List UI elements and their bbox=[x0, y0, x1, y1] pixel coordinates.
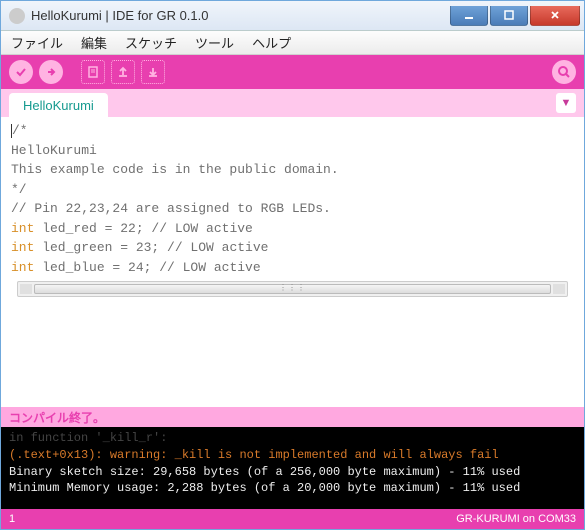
window-controls bbox=[450, 6, 580, 26]
save-button[interactable] bbox=[141, 60, 165, 84]
compile-status: コンパイル終了。 bbox=[1, 407, 584, 427]
code-line: This example code is in the public domai… bbox=[11, 160, 574, 180]
console-line: in function '_kill_r': bbox=[9, 430, 576, 447]
tab-menu-button[interactable]: ▼ bbox=[556, 93, 576, 113]
upload-button[interactable] bbox=[39, 60, 63, 84]
menu-sketch[interactable]: スケッチ bbox=[121, 31, 181, 54]
toolbar bbox=[1, 55, 584, 89]
code-line: HelloKurumi bbox=[11, 141, 574, 161]
minimize-button[interactable] bbox=[450, 6, 488, 26]
menu-tools[interactable]: ツール bbox=[191, 31, 238, 54]
code-line: int led_blue = 24; // LOW active bbox=[11, 258, 574, 278]
code-editor[interactable]: /* HelloKurumi This example code is in t… bbox=[1, 117, 584, 407]
code-line: // Pin 22,23,24 are assigned to RGB LEDs… bbox=[11, 199, 574, 219]
code-line: int led_red = 22; // LOW active bbox=[11, 219, 574, 239]
code-line: */ bbox=[11, 180, 574, 200]
scrollbar-thumb[interactable]: ⋮⋮⋮ bbox=[34, 284, 551, 294]
close-button[interactable] bbox=[530, 6, 580, 26]
chevron-down-icon: ▼ bbox=[561, 97, 572, 109]
board-port: GR-KURUMI on COM33 bbox=[456, 513, 576, 525]
menu-file[interactable]: ファイル bbox=[7, 31, 67, 54]
statusbar: 1 GR-KURUMI on COM33 bbox=[1, 509, 584, 529]
menu-help[interactable]: ヘルプ bbox=[248, 31, 295, 54]
console-line: (.text+0x13): warning: _kill is not impl… bbox=[9, 447, 576, 464]
line-number: 1 bbox=[9, 513, 15, 525]
window-title: HelloKurumi | IDE for GR 0.1.0 bbox=[31, 8, 450, 23]
app-icon bbox=[9, 8, 25, 24]
tab-active[interactable]: HelloKurumi bbox=[9, 93, 108, 117]
app-window: HelloKurumi | IDE for GR 0.1.0 ファイル 編集 ス… bbox=[0, 0, 585, 530]
horizontal-scrollbar[interactable]: ⋮⋮⋮ bbox=[17, 281, 568, 297]
menubar: ファイル 編集 スケッチ ツール ヘルプ bbox=[1, 31, 584, 55]
new-button[interactable] bbox=[81, 60, 105, 84]
titlebar[interactable]: HelloKurumi | IDE for GR 0.1.0 bbox=[1, 1, 584, 31]
serial-monitor-button[interactable] bbox=[552, 60, 576, 84]
open-button[interactable] bbox=[111, 60, 135, 84]
tabbar: HelloKurumi ▼ bbox=[1, 89, 584, 117]
console-line: Binary sketch size: 29,658 bytes (of a 2… bbox=[9, 464, 576, 481]
console-line: Minimum Memory usage: 2,288 bytes (of a … bbox=[9, 480, 576, 497]
maximize-button[interactable] bbox=[490, 6, 528, 26]
menu-edit[interactable]: 編集 bbox=[77, 31, 111, 54]
verify-button[interactable] bbox=[9, 60, 33, 84]
code-line: /* bbox=[12, 123, 28, 138]
code-line: int led_green = 23; // LOW active bbox=[11, 238, 574, 258]
console-output[interactable]: in function '_kill_r': (.text+0x13): war… bbox=[1, 427, 584, 509]
